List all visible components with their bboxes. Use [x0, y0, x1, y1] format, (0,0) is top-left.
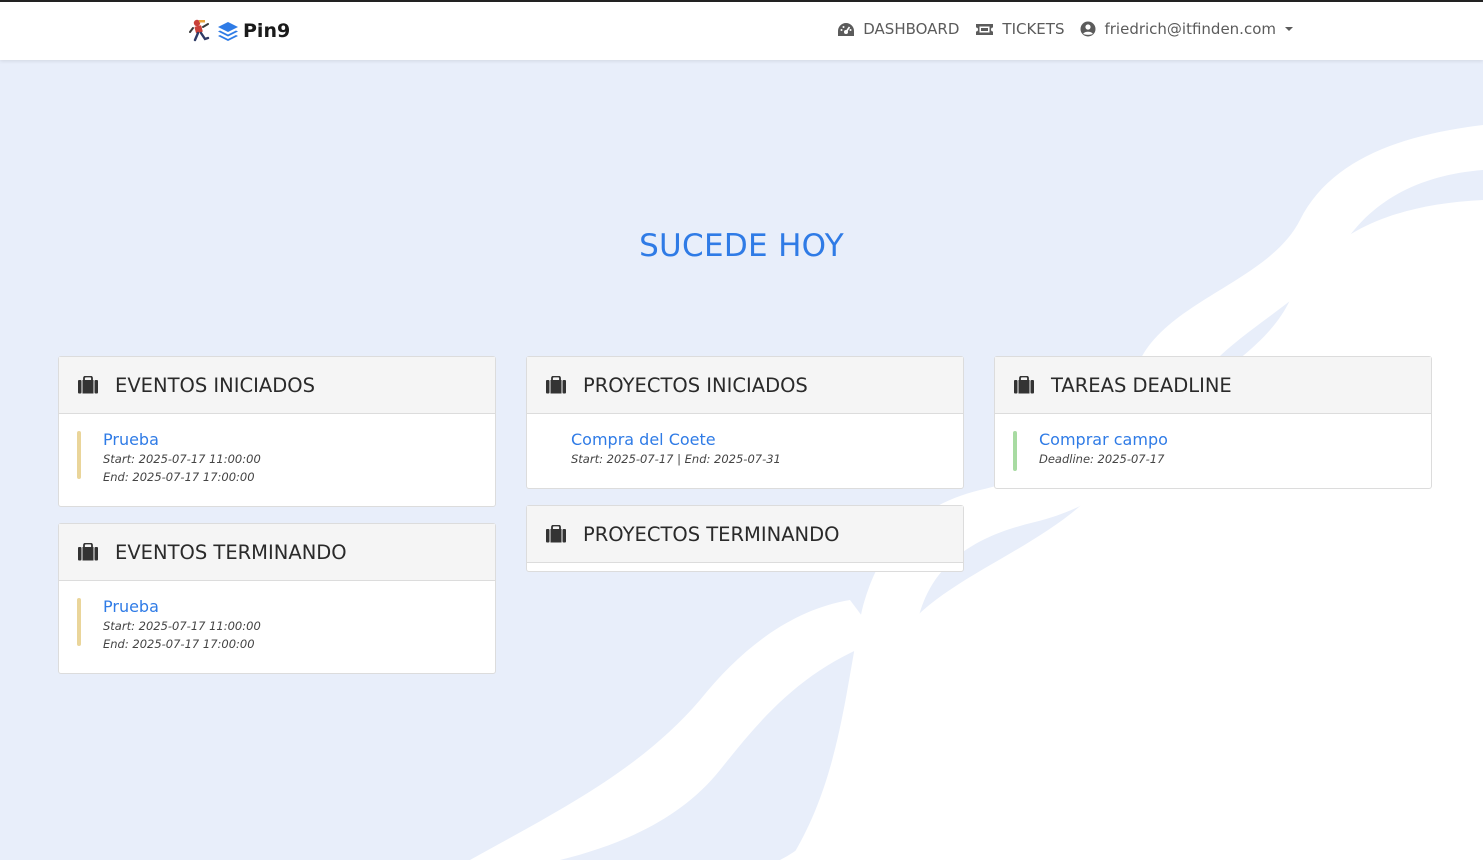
card-proyectos-terminando: PROYECTOS TERMINANDO: [526, 505, 964, 572]
nav-tickets[interactable]: TICKETS: [975, 20, 1064, 38]
status-bar: [77, 598, 81, 646]
user-email: friedrich@itfinden.com: [1104, 20, 1276, 38]
event-start: Start: 2025-07-17 11:00:00: [103, 619, 261, 633]
event-end: End: 2025-07-17 17:00:00: [103, 470, 255, 484]
status-bar: [1013, 431, 1017, 471]
main-nav: DASHBOARD TICKETS friedrich@itfinden.com: [821, 20, 1293, 38]
card-title: EVENTOS INICIADOS: [115, 373, 315, 397]
card-eventos-terminando: EVENTOS TERMINANDO Prueba Start: 2025-07…: [58, 523, 496, 674]
task-deadline: Deadline: 2025-07-17: [1039, 452, 1165, 466]
mascot-logo-icon: [189, 19, 210, 42]
project-link[interactable]: Compra del Coete: [571, 430, 716, 449]
status-bar: [77, 431, 81, 479]
brand-name: Pin9: [243, 20, 291, 42]
dashboard-gauge-icon: [838, 22, 855, 36]
card-title: PROYECTOS TERMINANDO: [583, 522, 840, 546]
list-item: Compra del Coete Start: 2025-07-17 | End…: [545, 428, 945, 468]
list-item: Comprar campo Deadline: 2025-07-17: [1013, 428, 1413, 471]
card-header: PROYECTOS INICIADOS: [527, 357, 963, 414]
card-tareas-deadline: TAREAS DEADLINE Comprar campo Deadline: …: [994, 356, 1432, 489]
nav-tickets-label: TICKETS: [1002, 20, 1065, 38]
user-circle-icon: [1080, 21, 1096, 37]
navbar: Pin9 DASHBOARD TICKETS friedrich@itfinde…: [0, 2, 1483, 60]
card-header: TAREAS DEADLINE: [995, 357, 1431, 414]
layers-logo-icon: [218, 22, 238, 41]
page-title: SUCEDE HOY: [639, 228, 844, 264]
list-item: Prueba Start: 2025-07-17 11:00:00 End: 2…: [77, 428, 477, 486]
event-start: Start: 2025-07-17 11:00:00: [103, 452, 261, 466]
nav-dashboard-label: DASHBOARD: [863, 20, 960, 38]
briefcase-icon: [1014, 376, 1034, 394]
list-item: Prueba Start: 2025-07-17 11:00:00 End: 2…: [77, 595, 477, 653]
card-title: TAREAS DEADLINE: [1051, 373, 1232, 397]
status-bar: [545, 431, 549, 479]
user-menu-dropdown[interactable]: friedrich@itfinden.com: [1080, 20, 1293, 38]
card-title: EVENTOS TERMINANDO: [115, 540, 347, 564]
nav-dashboard[interactable]: DASHBOARD: [837, 20, 959, 38]
brand[interactable]: Pin9: [189, 17, 290, 45]
briefcase-icon: [546, 525, 566, 543]
card-title: PROYECTOS INICIADOS: [583, 373, 808, 397]
event-link[interactable]: Prueba: [103, 597, 159, 616]
briefcase-icon: [78, 376, 98, 394]
card-eventos-iniciados: EVENTOS INICIADOS Prueba Start: 2025-07-…: [58, 356, 496, 507]
briefcase-icon: [546, 376, 566, 394]
event-end: End: 2025-07-17 17:00:00: [103, 637, 255, 651]
card-header: EVENTOS TERMINANDO: [59, 524, 495, 581]
briefcase-icon: [78, 543, 98, 561]
card-header: PROYECTOS TERMINANDO: [527, 506, 963, 563]
ticket-icon: [976, 23, 994, 35]
card-header: EVENTOS INICIADOS: [59, 357, 495, 414]
event-link[interactable]: Prueba: [103, 430, 159, 449]
card-proyectos-iniciados: PROYECTOS INICIADOS Compra del Coete Sta…: [526, 356, 964, 489]
top-border-line: [0, 0, 1483, 2]
task-link[interactable]: Comprar campo: [1039, 430, 1168, 449]
chevron-down-icon: [1285, 27, 1293, 31]
project-dates: Start: 2025-07-17 | End: 2025-07-31: [571, 452, 781, 466]
